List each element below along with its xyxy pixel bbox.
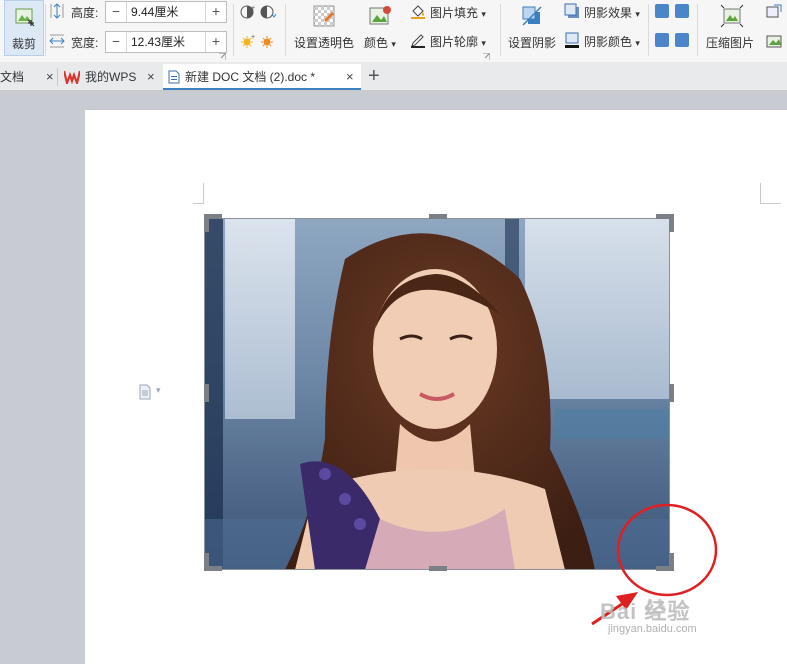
new-tab-button[interactable]: +	[368, 63, 380, 89]
picture-outline-label: 图片轮廓 ▾	[430, 35, 486, 49]
separator	[233, 4, 234, 56]
contrast-up-icon[interactable]: +	[240, 4, 256, 20]
height-stepper[interactable]: − 9.44厘米 +	[105, 1, 227, 23]
height-label: 高度:	[71, 6, 99, 20]
nudge-shadow-right-button[interactable]	[675, 33, 689, 47]
margin-corner-mark	[760, 183, 781, 204]
width-stepper[interactable]: − 12.43厘米 +	[105, 31, 227, 53]
width-label: 宽度:	[71, 36, 99, 50]
height-input[interactable]: 9.44厘米	[126, 2, 206, 22]
annotation-circle	[616, 503, 718, 597]
shadow-icon	[522, 6, 542, 26]
shadow-color-label: 阴影颜色 ▾	[584, 35, 640, 49]
watermark-url: jingyan.baidu.com	[608, 623, 697, 635]
crop-handle-top-middle[interactable]	[429, 214, 447, 219]
separator	[285, 4, 286, 56]
separator	[45, 4, 46, 56]
crop-handle-bottom-middle[interactable]	[429, 566, 447, 571]
crop-label: 裁剪	[12, 37, 37, 51]
nudge-shadow-up-button[interactable]	[655, 4, 669, 18]
shadow-effect-button[interactable]: 阴影效果 ▾	[563, 2, 645, 22]
picture-fill-button[interactable]: 图片填充 ▾	[408, 2, 492, 22]
width-input[interactable]: 12.43厘米	[126, 32, 206, 52]
reset-picture-icon[interactable]	[766, 33, 782, 49]
brightness-up-icon[interactable]: +	[240, 33, 256, 49]
tab-new-doc-2[interactable]: 新建 DOC 文档 (2).doc *	[168, 66, 338, 88]
crop-handle-bottom-left[interactable]	[204, 553, 209, 571]
picture-fill-label: 图片填充 ▾	[430, 6, 486, 20]
nudge-shadow-left-button[interactable]	[655, 33, 669, 47]
doc-file-icon	[168, 70, 180, 84]
layout-options-button[interactable]: ▾	[137, 384, 165, 400]
compress-picture-label: 压缩图片	[706, 36, 755, 50]
tab-close-button[interactable]: ×	[147, 66, 155, 88]
compress-picture-icon	[720, 4, 744, 28]
watermark-text: Bai 经验	[600, 599, 691, 624]
nudge-shadow-down-button[interactable]	[675, 4, 689, 18]
crop-handle-top-left[interactable]	[204, 214, 209, 232]
separator	[697, 4, 698, 56]
crop-handle-middle-left[interactable]	[204, 384, 209, 402]
change-picture-icon[interactable]	[766, 4, 782, 20]
baidu-jingyan-watermark: Bai 经验 jingyan.baidu.com	[600, 592, 750, 642]
width-icon	[49, 34, 65, 48]
tab-label: 我的WPS	[85, 70, 137, 84]
pen-outline-icon	[411, 34, 425, 48]
set-shadow-label: 设置阴影	[508, 36, 557, 50]
svg-text:+: +	[251, 34, 255, 41]
transparent-color-icon	[313, 5, 335, 27]
set-transparent-color-button[interactable]: 设置透明色	[292, 2, 356, 54]
width-decrease-button[interactable]: −	[106, 32, 126, 52]
tab-close-button[interactable]: ×	[46, 66, 54, 88]
svg-text:+: +	[251, 5, 255, 12]
wps-logo-icon	[64, 70, 80, 84]
contrast-down-icon[interactable]	[260, 4, 276, 20]
height-increase-button[interactable]: +	[206, 2, 226, 22]
color-button[interactable]: 颜色 ▾	[362, 2, 400, 54]
separator	[648, 4, 649, 56]
shadow-color-icon	[565, 32, 579, 48]
brightness-down-icon[interactable]	[260, 33, 276, 49]
chevron-down-icon: ▾	[156, 385, 161, 395]
separator	[500, 4, 501, 56]
crop-handle-middle-right[interactable]	[669, 384, 674, 402]
dialog-launcher-icon[interactable]	[219, 53, 226, 60]
crop-handle-top-right[interactable]	[669, 214, 674, 232]
tab-label: 文档	[0, 70, 25, 84]
dialog-launcher-icon[interactable]	[483, 53, 490, 60]
picture-tools-ribbon: 裁剪 高度: − 9.44厘米 + 宽度: − 12.43厘米 + + + 设置…	[0, 0, 787, 63]
tab-divider	[57, 68, 58, 86]
tab-label: 新建 DOC 文档 (2).doc *	[185, 70, 316, 84]
height-icon	[50, 3, 64, 19]
shadow-effect-icon	[564, 3, 579, 18]
width-increase-button[interactable]: +	[206, 32, 226, 52]
shadow-effect-label: 阴影效果 ▾	[584, 6, 640, 20]
compress-picture-button[interactable]: 压缩图片	[704, 2, 760, 54]
crop-icon	[15, 8, 35, 27]
color-label: 颜色 ▾	[364, 36, 396, 50]
set-transparent-color-label: 设置透明色	[294, 36, 355, 50]
set-shadow-button[interactable]: 设置阴影	[506, 2, 558, 54]
height-decrease-button[interactable]: −	[106, 2, 126, 22]
picture-color-icon	[369, 6, 391, 25]
margin-corner-mark	[193, 183, 204, 204]
crop-button[interactable]: 裁剪	[4, 0, 44, 56]
tab-close-button[interactable]: ×	[346, 66, 354, 88]
document-options-icon	[139, 384, 151, 400]
paint-bucket-icon	[411, 5, 425, 19]
shadow-color-button[interactable]: 阴影颜色 ▾	[563, 31, 645, 51]
picture-outline-button[interactable]: 图片轮廓 ▾	[408, 31, 492, 51]
